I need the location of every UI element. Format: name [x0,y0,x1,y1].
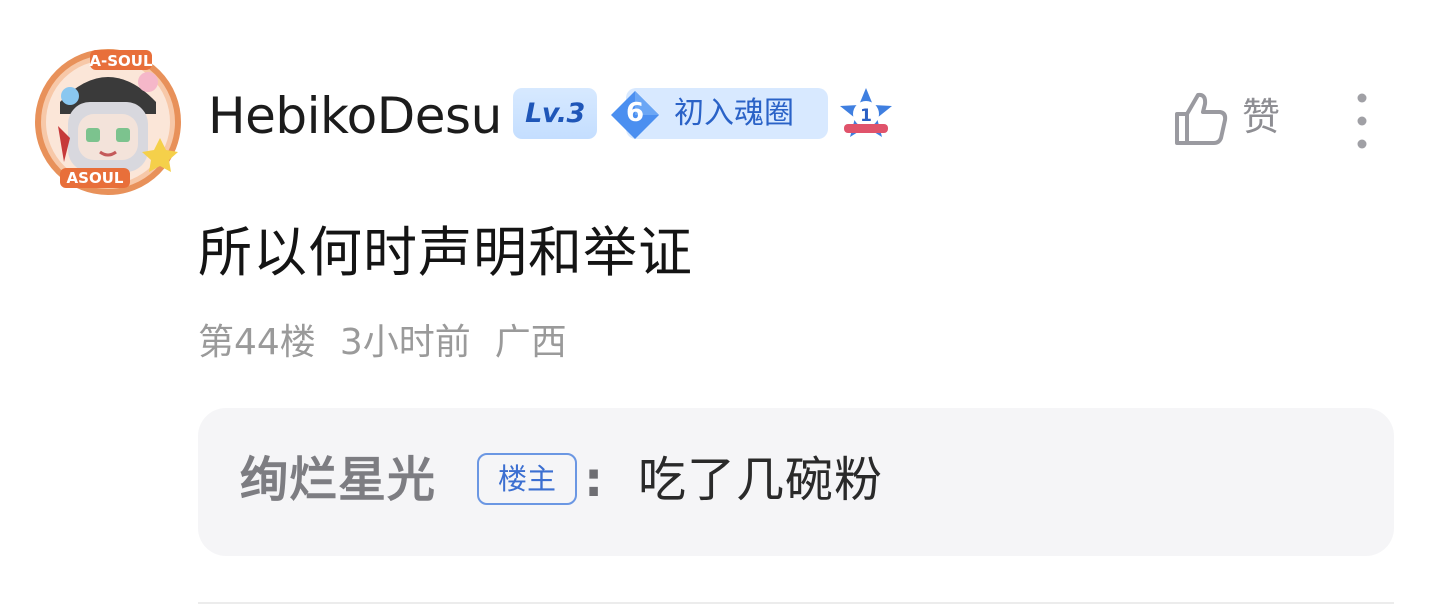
divider [198,602,1394,604]
floor-number: 第44楼 [198,322,316,363]
reply-author[interactable]: 绚烂星光 [240,448,436,512]
more-vertical-icon [1357,93,1367,149]
avatar-asoul-fan-icon: A-SOUL ASOUL [35,49,181,195]
ip-location: 广西 [494,322,567,363]
reply-text: 吃了几碗粉 [638,452,884,508]
like-button[interactable]: 赞 [1168,86,1292,152]
fan-badge-title: 初入魂圈 [674,96,794,131]
quoted-reply[interactable]: 绚烂星光 楼主 : 吃了几碗粉 [198,408,1394,556]
rank-number: 1 [860,106,872,126]
level-badge: Lv.3 [513,88,597,139]
avatar[interactable]: A-SOUL ASOUL [30,42,188,198]
op-tag: 楼主 [477,453,577,505]
reply-separator: : [584,452,604,508]
more-options-button[interactable] [1342,90,1382,152]
comment-item: A-SOUL ASOUL HebikoDesu Lv.3 6 初入魂圈 1 赞 [0,0,1440,608]
fan-badge-level: 6 [625,98,645,128]
thumbs-up-icon [1175,92,1228,145]
svg-text:ASOUL: ASOUL [67,169,124,187]
comment-meta: 第44楼 3小时前 广西 [198,318,591,368]
like-label: 赞 [1242,95,1281,139]
svg-text:A-SOUL: A-SOUL [89,52,153,70]
username[interactable]: HebikoDesu [208,86,502,146]
comment-text: 所以何时声明和举证 [198,221,693,284]
rank-star-icon: 1 [840,88,892,137]
post-time: 3小时前 [339,322,471,363]
rank-badge: 1 [838,86,894,142]
fan-badge[interactable]: 6 初入魂圈 [608,88,828,139]
